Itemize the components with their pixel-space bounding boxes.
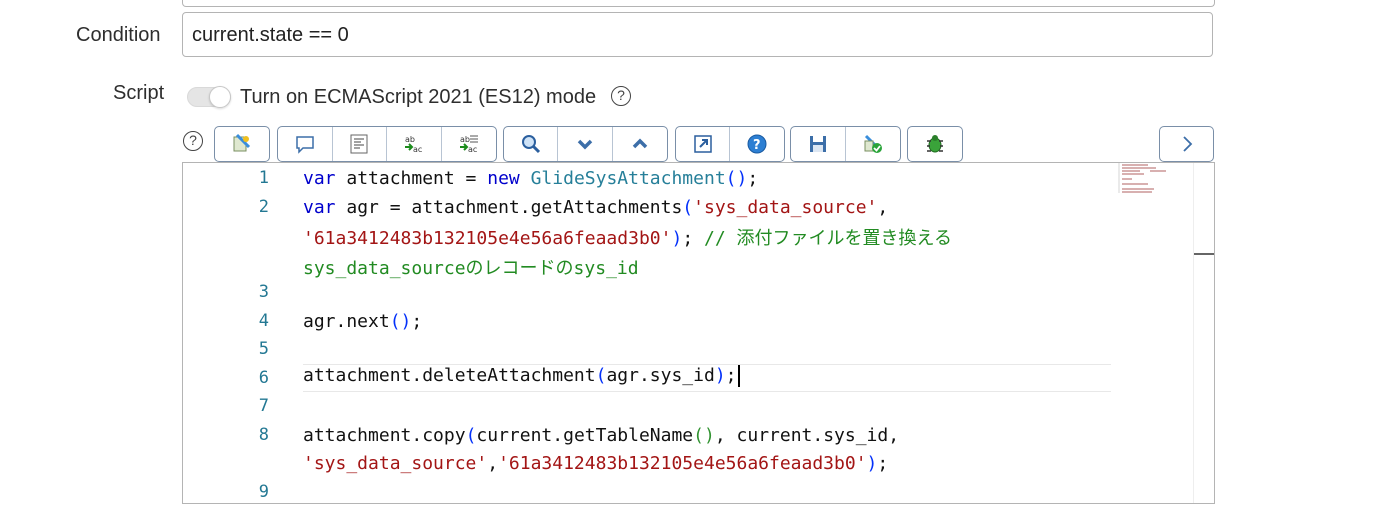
fullscreen-icon <box>692 133 714 155</box>
toggle-comment-button[interactable] <box>278 127 333 161</box>
format-code-icon <box>348 133 370 155</box>
text-cursor <box>737 365 740 387</box>
svg-text:ac: ac <box>413 145 422 154</box>
toolbar-group-1 <box>214 126 270 162</box>
search-icon <box>520 133 542 155</box>
toolbar-help-icon[interactable]: ? <box>183 131 203 151</box>
line-number: 7 <box>258 396 269 416</box>
script-label: Script <box>113 82 165 104</box>
condition-input[interactable]: current.state == 0 <box>182 12 1213 57</box>
es12-mode-label: Turn on ECMAScript 2021 (ES12) mode <box>240 86 597 108</box>
script-help-button[interactable]: ? <box>730 127 784 161</box>
debug-icon <box>924 133 946 155</box>
fullscreen-button[interactable] <box>676 127 731 161</box>
code-line: var agr = attachment.getAttachments('sys… <box>303 197 889 218</box>
line-number: 4 <box>258 311 269 331</box>
replace-all-button[interactable]: ab ac <box>442 127 497 161</box>
toolbar-group-2: ab ac ab ac <box>277 126 497 162</box>
line-number: 3 <box>258 282 269 302</box>
find-next-icon <box>574 133 596 155</box>
syntax-check-icon <box>862 133 884 155</box>
line-number: 2 <box>258 197 269 217</box>
save-icon <box>807 133 829 155</box>
expand-toolbar-button[interactable] <box>1159 126 1214 162</box>
svg-text:?: ? <box>753 138 761 153</box>
find-previous-icon <box>629 133 651 155</box>
previous-field-bottom <box>182 0 1215 7</box>
replace-button[interactable]: ab ac <box>387 127 442 161</box>
code-line: attachment.deleteAttachment(agr.sys_id); <box>303 365 740 387</box>
line-number: 1 <box>258 168 269 188</box>
svg-text:ac: ac <box>468 145 477 154</box>
comment-icon <box>294 133 316 155</box>
code-line-wrap: 'sys_data_source','61a3412483b132105e4e5… <box>303 453 889 474</box>
expand-right-icon <box>1176 133 1198 155</box>
es12-help-icon[interactable]: ? <box>611 86 631 106</box>
code-line: var attachment = new GlideSysAttachment(… <box>303 168 759 189</box>
svg-text:ab: ab <box>405 135 415 144</box>
toolbar-group-4: ? <box>675 126 785 162</box>
toolbar-group-6 <box>907 126 963 162</box>
script-editor[interactable]: 1 var attachment = new GlideSysAttachmen… <box>182 162 1215 504</box>
replace-icon: ab ac <box>403 133 425 155</box>
script-include-button[interactable] <box>215 127 269 161</box>
help-icon: ? <box>746 133 768 155</box>
script-include-icon <box>231 133 253 155</box>
editor-scrollbar[interactable] <box>1193 163 1214 503</box>
toolbar-group-3 <box>503 126 668 162</box>
replace-all-icon: ab ac <box>458 133 480 155</box>
find-previous-button[interactable] <box>613 127 667 161</box>
line-number: 8 <box>258 425 269 445</box>
code-line: agr.next(); <box>303 311 423 332</box>
code-line-wrap: '61a3412483b132105e4e56a6feaad3b0'); // … <box>303 228 952 249</box>
condition-label: Condition <box>76 24 161 46</box>
line-number: 6 <box>258 368 269 388</box>
debug-button[interactable] <box>908 127 962 161</box>
find-next-button[interactable] <box>558 127 613 161</box>
toggle-knob <box>209 86 231 108</box>
line-number: 5 <box>258 339 269 359</box>
es12-mode-toggle[interactable] <box>187 86 231 108</box>
code-line-wrap: sys_data_sourceのレコードのsys_id <box>303 258 639 279</box>
format-code-button[interactable] <box>333 127 387 161</box>
syntax-check-button[interactable] <box>846 127 901 161</box>
toolbar-group-5 <box>790 126 901 162</box>
svg-text:ab: ab <box>460 135 470 144</box>
scroll-position-mark <box>1194 253 1214 255</box>
code-minimap[interactable] <box>1118 163 1198 213</box>
search-button[interactable] <box>504 127 559 161</box>
code-line: attachment.copy(current.getTableName(), … <box>303 425 900 446</box>
line-number: 9 <box>258 482 269 502</box>
save-button[interactable] <box>791 127 846 161</box>
